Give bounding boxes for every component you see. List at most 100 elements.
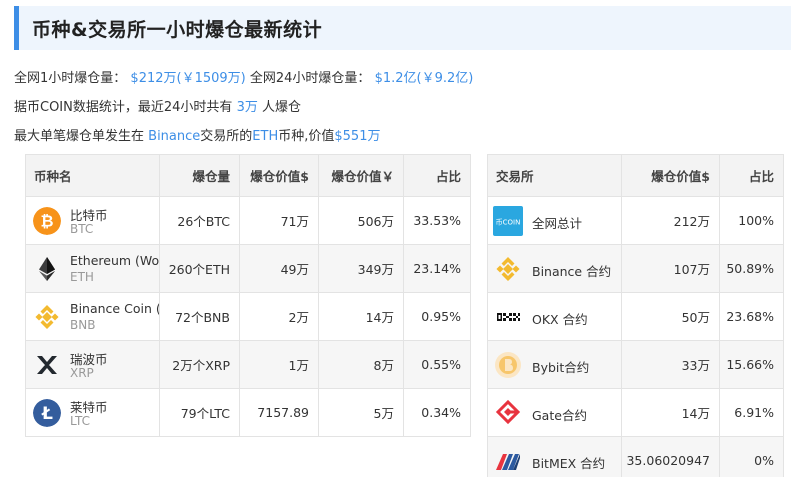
svg-text:币COIN: 币COIN (496, 219, 521, 227)
cell-cny: 506万 (318, 196, 404, 245)
cell-usd: 7157.89 (239, 388, 319, 437)
cell-cny: 14万 (318, 292, 404, 341)
exchange-cell[interactable]: BitMEX 合约 (487, 436, 622, 477)
stat-largest-mid2: 币种,价值 (278, 129, 335, 144)
stat-largest-value: $551万 (334, 129, 381, 144)
cell-pct: 100% (719, 196, 784, 245)
cell-cny: 349万 (318, 244, 404, 293)
table-row[interactable]: Ł 莱特币 LTC 79个LTC 7157.89 5万 0.34% (25, 388, 471, 437)
col-header-coin: 币种名 (25, 154, 160, 197)
litecoin-icon: Ł (33, 399, 61, 427)
binance-logo-icon (496, 257, 520, 281)
cell-pct: 6.91% (719, 388, 784, 437)
table-row[interactable]: Gate合约 14万 6.91% (487, 388, 784, 437)
stat-line-1h: 全网1小时爆仓量： $212万(￥1509万) 全网24小时爆仓量： $1.2亿… (14, 67, 473, 86)
table-row[interactable]: 瑞波币 XRP 2万个XRP 1万 8万 0.55% (25, 340, 471, 389)
cell-amount: 260个ETH (159, 244, 240, 293)
ethereum-icon (39, 257, 55, 281)
coin-symbol: ETH (70, 270, 94, 284)
col-header-pct: 占比 (719, 154, 784, 197)
cell-amount: 72个BNB (159, 292, 240, 341)
stat-1h-value: $212万(￥1509万) (130, 71, 246, 86)
table-row[interactable]: BitMEX 合约 35.06020947 0% (487, 436, 784, 477)
cell-usd: 35.06020947 (621, 436, 720, 477)
exchange-cell[interactable]: Gate合约 (487, 388, 622, 437)
coin-liquidation-table: 币种名 爆仓量 爆仓价值$ 爆仓价值￥ 占比 ₿ 比特币 BTC 26个BTC … (25, 154, 471, 437)
coin-cell[interactable]: ₿ 比特币 BTC (25, 196, 160, 245)
coin-cell[interactable]: Ł 莱特币 LTC (25, 388, 160, 437)
table-row[interactable]: Bybit合约 33万 15.66% (487, 340, 784, 389)
exchange-liquidation-table: 交易所 爆仓价值$ 占比 币COIN 全网总计 212万 100% Binanc… (487, 154, 784, 477)
stat-people-value: 3万 (236, 100, 258, 115)
exchange-name[interactable]: Bybit合约 (532, 357, 589, 376)
stat-line-largest: 最大单笔爆仓单发生在 Binance交易所的ETH币种,价值$551万 (14, 125, 380, 144)
coin-symbol: LTC (70, 414, 91, 428)
page-header: 币种&交易所一小时爆仓最新统计 (14, 6, 791, 50)
cell-usd: 50万 (621, 292, 720, 341)
exchange-name[interactable]: OKX 合约 (532, 309, 588, 328)
stat-people-prefix: 据币COIN数据统计，最近24小时共有 (14, 100, 233, 115)
table-row[interactable]: Ethereum (Wo ETH 260个ETH 49万 349万 23.14% (25, 244, 471, 293)
cell-amount: 79个LTC (159, 388, 240, 437)
exchange-name[interactable]: 全网总计 (532, 213, 582, 232)
cell-usd: 49万 (239, 244, 319, 293)
coin-symbol: BTC (70, 222, 94, 236)
col-header-cny: 爆仓价值￥ (318, 154, 404, 197)
stat-largest-mid: 交易所的 (200, 129, 253, 144)
col-header-amount: 爆仓量 (159, 154, 240, 197)
col-header-usd: 爆仓价值$ (621, 154, 720, 197)
stat-largest-prefix: 最大单笔爆仓单发生在 (14, 129, 145, 144)
exchange-cell[interactable]: Binance 合约 (487, 244, 622, 293)
cell-pct: 0.34% (403, 388, 471, 437)
table-row[interactable]: ₿ 比特币 BTC 26个BTC 71万 506万 33.53% (25, 196, 471, 245)
cell-cny: 8万 (318, 340, 404, 389)
table-row[interactable]: 币COIN 全网总计 212万 100% (487, 196, 784, 245)
exchange-cell[interactable]: Bybit合约 (487, 340, 622, 389)
cell-amount: 2万个XRP (159, 340, 240, 389)
cell-usd: 212万 (621, 196, 720, 245)
stat-1h-label: 全网1小时爆仓量： (14, 71, 127, 86)
table-row[interactable]: Binance 合约 107万 50.89% (487, 244, 784, 293)
svg-text:₿: ₿ (40, 212, 53, 231)
coin-cell[interactable]: Ethereum (Wo ETH (25, 244, 160, 293)
bitcoin-icon: ₿ (33, 207, 61, 235)
table-header-row: 币种名 爆仓量 爆仓价值$ 爆仓价值￥ 占比 (25, 154, 471, 197)
exchange-name[interactable]: Binance 合约 (532, 261, 611, 280)
cell-pct: 50.89% (719, 244, 784, 293)
bitmex-logo-icon (496, 454, 520, 470)
cell-usd: 2万 (239, 292, 319, 341)
stat-line-people: 据币COIN数据统计，最近24小时共有 3万 人爆仓 (14, 96, 301, 115)
cell-usd: 14万 (621, 388, 720, 437)
exchange-cell[interactable]: OKX 合约 (487, 292, 622, 341)
okx-logo-icon (497, 313, 520, 321)
stat-people-suffix: 人爆仓 (261, 100, 301, 115)
exchange-cell[interactable]: 币COIN 全网总计 (487, 196, 622, 245)
exchange-name[interactable]: BitMEX 合约 (532, 453, 605, 472)
stat-largest-exchange-link[interactable]: Binance (148, 129, 200, 144)
cell-amount: 26个BTC (159, 196, 240, 245)
stat-largest-coin-link[interactable]: ETH (252, 129, 278, 144)
col-header-pct: 占比 (403, 154, 471, 197)
col-header-usd: 爆仓价值$ (239, 154, 319, 197)
svg-text:Ł: Ł (41, 404, 53, 424)
cell-pct: 33.53% (403, 196, 471, 245)
binance-coin-icon (35, 305, 59, 329)
cell-pct: 23.68% (719, 292, 784, 341)
exchange-name[interactable]: Gate合约 (532, 405, 587, 424)
table-row[interactable]: OKX 合约 50万 23.68% (487, 292, 784, 341)
table-row[interactable]: Binance Coin ( BNB 72个BNB 2万 14万 0.95% (25, 292, 471, 341)
coin-name[interactable]: Binance Coin ( (70, 301, 159, 316)
coin-name[interactable]: Ethereum (Wo (70, 253, 159, 268)
coin-symbol: XRP (70, 366, 94, 380)
stat-24h-label: 全网24小时爆仓量： (249, 71, 371, 86)
gate-logo-icon (495, 399, 521, 425)
coin-cell[interactable]: 瑞波币 XRP (25, 340, 160, 389)
cell-pct: 15.66% (719, 340, 784, 389)
col-header-exchange: 交易所 (487, 154, 622, 197)
xrp-icon (37, 356, 57, 374)
coin-cell[interactable]: Binance Coin ( BNB (25, 292, 160, 341)
cell-pct: 0.55% (403, 340, 471, 389)
bicoin-logo-icon: 币COIN (493, 206, 523, 236)
cell-cny: 5万 (318, 388, 404, 437)
cell-usd: 33万 (621, 340, 720, 389)
